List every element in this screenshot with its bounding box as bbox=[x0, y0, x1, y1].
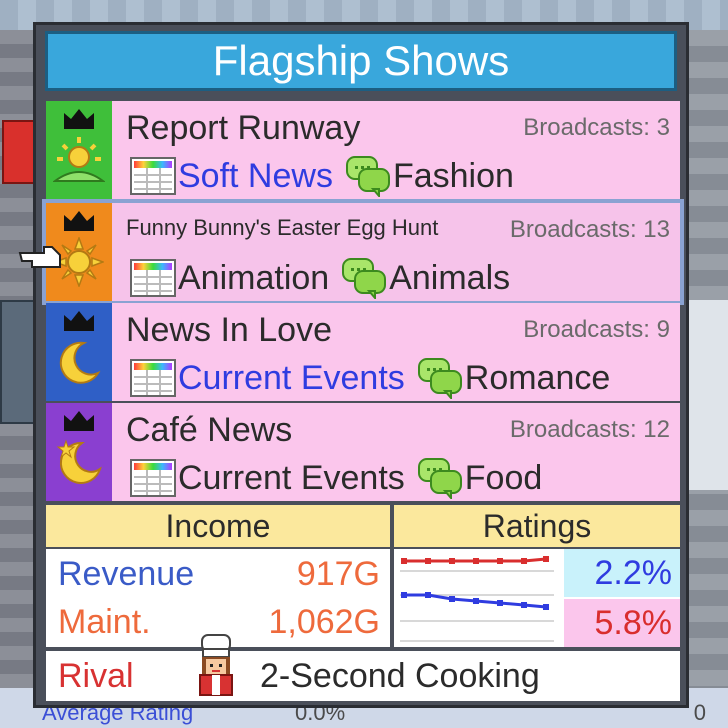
ratings-header: Ratings bbox=[394, 505, 680, 547]
revenue-label: Revenue bbox=[58, 555, 195, 593]
topic-chat-icon bbox=[345, 156, 390, 197]
genre-label: Soft News bbox=[178, 156, 333, 195]
maint-label: Maint. bbox=[58, 603, 151, 641]
panel-title: Flagship Shows bbox=[45, 31, 677, 91]
rating-value-top: 2.2% bbox=[564, 549, 680, 597]
crown-icon bbox=[64, 109, 94, 129]
genre-label: Current Events bbox=[178, 358, 405, 397]
income-header: Income bbox=[46, 505, 390, 547]
background-right-value: 0 bbox=[693, 700, 706, 725]
topic-chat-icon bbox=[417, 458, 462, 499]
chef-avatar-icon bbox=[199, 634, 233, 696]
genre-tv-icon bbox=[130, 359, 176, 397]
show-title: Funny Bunny's Easter Egg Hunt bbox=[126, 215, 439, 240]
show-icon-tile bbox=[46, 303, 112, 401]
show-icon-tile bbox=[46, 101, 112, 199]
rating-value-bottom: 5.8% bbox=[564, 599, 680, 647]
rival-name: 2-Second Cooking bbox=[260, 657, 540, 695]
rival-label: Rival bbox=[58, 657, 134, 695]
crown-icon bbox=[64, 211, 94, 231]
topic-chat-icon bbox=[417, 358, 462, 399]
show-row-report-runway[interactable]: Report Runway Broadcasts: 3 Soft News Fa… bbox=[46, 101, 680, 199]
show-icon-tile bbox=[46, 403, 112, 501]
flagship-shows-panel: Flagship Shows Report Runway Broadcasts:… bbox=[18, 22, 689, 708]
rival-row[interactable]: Rival 2-Second Cooking bbox=[46, 634, 680, 701]
maint-value: 1,062G bbox=[268, 603, 380, 641]
genre-tv-icon bbox=[130, 157, 176, 195]
ratings-trend-chart bbox=[400, 556, 554, 642]
revenue-value: 917G bbox=[296, 555, 380, 593]
show-title: Report Runway bbox=[126, 109, 361, 147]
genre-tv-icon bbox=[130, 459, 176, 497]
broadcast-count: Broadcasts: 3 bbox=[523, 114, 670, 141]
topic-chat-icon bbox=[342, 258, 387, 299]
show-title: Café News bbox=[126, 411, 293, 449]
topic-label: Animals bbox=[389, 258, 511, 297]
crown-icon bbox=[64, 311, 94, 331]
broadcast-count: Broadcasts: 13 bbox=[509, 216, 670, 243]
show-row-funny-bunny[interactable]: Funny Bunny's Easter Egg Hunt Broadcasts… bbox=[18, 199, 684, 305]
topic-label: Romance bbox=[464, 358, 611, 397]
show-title: News In Love bbox=[126, 311, 332, 349]
genre-line: Soft News Fashion bbox=[130, 155, 514, 197]
genre-tv-icon bbox=[130, 259, 176, 297]
topic-label: Food bbox=[464, 458, 543, 497]
sun-hill-icon bbox=[53, 137, 105, 182]
genre-line: Animation Animals bbox=[130, 257, 510, 299]
broadcast-count: Broadcasts: 12 bbox=[509, 416, 670, 443]
show-row-cafe-news[interactable]: Café News Broadcasts: 12 Current Events … bbox=[46, 403, 680, 501]
background-room-right bbox=[684, 300, 728, 490]
crown-icon bbox=[64, 411, 94, 431]
ratings-panel: 2.2% 5.8% bbox=[394, 549, 680, 647]
show-row-news-in-love[interactable]: News In Love Broadcasts: 9 Current Event… bbox=[46, 303, 680, 401]
topic-label: Fashion bbox=[392, 156, 514, 195]
genre-line: Current Events Romance bbox=[130, 357, 610, 399]
moon-star-icon bbox=[56, 439, 102, 484]
genre-line: Current Events Food bbox=[130, 457, 542, 499]
genre-label: Animation bbox=[178, 258, 330, 297]
broadcast-count: Broadcasts: 9 bbox=[523, 316, 670, 343]
moon-icon bbox=[59, 341, 101, 384]
genre-label: Current Events bbox=[178, 458, 405, 497]
hand-pointer-icon bbox=[18, 246, 61, 268]
